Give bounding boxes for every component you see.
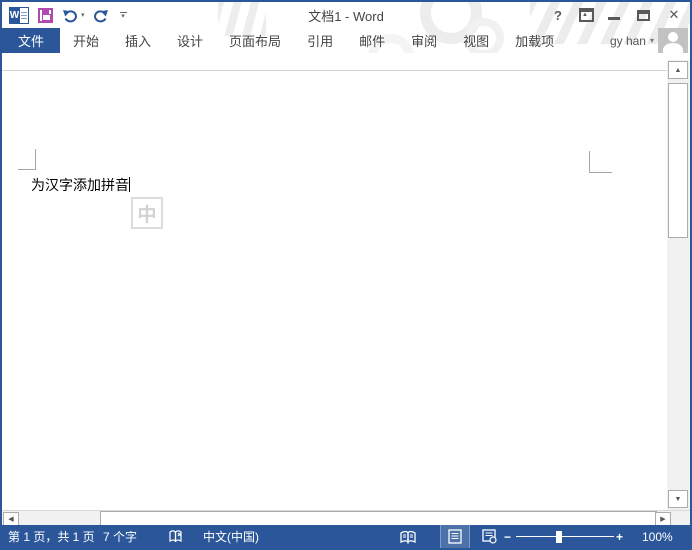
zoom-out-button[interactable]: − <box>504 525 511 548</box>
account-name: gy han <box>609 33 646 48</box>
tab-page-layout[interactable]: 页面布局 <box>216 28 294 53</box>
margin-crop-mark-left <box>18 169 36 170</box>
text-cursor <box>129 177 130 192</box>
horizontal-scroll-thumb[interactable] <box>100 511 657 526</box>
titlebar: W ▾ ▾ 文档1 - Word ? ▲ ✕ <box>2 2 690 28</box>
word-count[interactable]: 7 个字 <box>103 525 137 548</box>
word-window: W ▾ ▾ 文档1 - Word ? ▲ ✕ 文件 开始 插入 设计 页面布局 … <box>0 0 692 550</box>
minimize-icon[interactable] <box>608 11 624 20</box>
account-menu[interactable]: gy han ▾ <box>610 28 690 53</box>
tab-mailings[interactable]: 邮件 <box>346 28 398 53</box>
tab-design[interactable]: 设计 <box>164 28 216 53</box>
margin-crop-mark-right <box>589 172 612 173</box>
document-canvas[interactable]: 为汉字添加拼音 中 <box>2 71 690 510</box>
help-icon[interactable]: ? <box>550 8 566 23</box>
vertical-scroll-thumb[interactable] <box>668 83 688 238</box>
save-icon <box>38 7 53 23</box>
print-layout-button[interactable] <box>440 525 470 548</box>
collapsed-ribbon-strip <box>2 53 690 71</box>
language-indicator[interactable]: 中文(中国) <box>203 525 259 548</box>
vertical-scrollbar[interactable]: ▲ ▼ <box>667 60 690 510</box>
tab-review[interactable]: 审阅 <box>398 28 450 53</box>
scroll-down-button[interactable]: ▼ <box>668 490 688 508</box>
ribbon-display-options-icon[interactable] <box>579 8 595 22</box>
zoom-slider-track[interactable] <box>516 536 614 537</box>
tab-view[interactable]: 视图 <box>450 28 502 53</box>
customize-qat-button[interactable]: ▾ <box>119 11 127 20</box>
read-mode-icon <box>400 530 416 544</box>
tab-addins[interactable]: 加载项 <box>502 28 567 53</box>
maximize-icon[interactable] <box>637 9 653 21</box>
scroll-up-button[interactable]: ▲ <box>668 61 688 79</box>
web-layout-button[interactable] <box>476 525 502 548</box>
tab-references[interactable]: 引用 <box>294 28 346 53</box>
undo-dropdown-caret[interactable]: ▾ <box>81 11 85 19</box>
tab-insert[interactable]: 插入 <box>112 28 164 53</box>
status-bar: 第 1 页，共 1 页 7 个字 中文(中国) − + 100% <box>2 525 690 548</box>
zoom-level[interactable]: 100% <box>642 525 673 548</box>
page-indicator[interactable]: 第 1 页，共 1 页 <box>8 525 95 548</box>
margin-crop-mark-left <box>35 149 36 170</box>
scroll-left-button[interactable]: ◀ <box>3 512 19 526</box>
zoom-in-button[interactable]: + <box>616 525 623 548</box>
word-app-icon[interactable]: W <box>9 6 29 24</box>
document-text[interactable]: 为汉字添加拼音 <box>31 175 130 195</box>
save-button[interactable] <box>38 7 53 23</box>
ribbon-tab-row: 文件 开始 插入 设计 页面布局 引用 邮件 审阅 视图 加载项 gy han … <box>2 28 690 53</box>
window-controls: ? ✕ <box>550 2 682 28</box>
close-icon[interactable]: ✕ <box>666 7 682 23</box>
undo-icon <box>63 9 77 22</box>
print-layout-icon <box>448 529 462 544</box>
web-layout-icon <box>481 529 497 544</box>
zoom-slider-handle[interactable] <box>556 531 562 543</box>
scroll-right-button[interactable]: ▶ <box>655 512 671 526</box>
tab-file[interactable]: 文件 <box>2 28 60 53</box>
ime-mode-indicator[interactable]: 中 <box>131 197 163 229</box>
redo-icon <box>93 9 108 22</box>
undo-button[interactable]: ▾ <box>62 8 85 23</box>
quick-access-toolbar: W ▾ ▾ <box>2 6 127 24</box>
chevron-down-icon: ▾ <box>649 36 654 45</box>
margin-crop-mark-right <box>589 151 590 173</box>
proofing-icon[interactable] <box>168 525 184 548</box>
read-mode-button[interactable] <box>396 525 420 548</box>
redo-button[interactable] <box>93 8 109 23</box>
tab-home[interactable]: 开始 <box>60 28 112 53</box>
avatar[interactable] <box>658 28 688 53</box>
